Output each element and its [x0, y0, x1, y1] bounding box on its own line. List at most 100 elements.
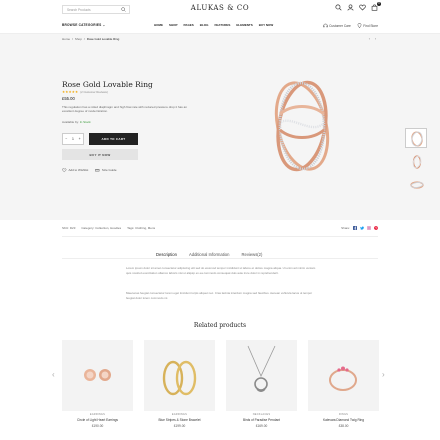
find-store-label: Find Store — [363, 23, 378, 28]
meta-divider — [62, 236, 378, 237]
wishlist-label: Add to Wishlist — [68, 168, 89, 173]
headset-icon — [323, 23, 328, 28]
breadcrumb-separator: / — [72, 37, 73, 41]
description-paragraph: Maecenas feugiat consectetur lorem eget … — [126, 291, 313, 300]
product-card-price: £38.00 — [338, 424, 349, 428]
product-card-category[interactable]: RINGS — [308, 413, 379, 416]
product-card-category[interactable]: EARRINGS — [62, 413, 133, 416]
site-header: Search Products ALUKAS & CO 0 BROWSE CAT… — [0, 0, 440, 34]
chevron-down-icon: ⌄ — [102, 23, 106, 27]
product-actions: Add to Wishlist Size Guide — [62, 168, 117, 173]
product-pager[interactable]: ‹ › — [369, 37, 378, 41]
customer-care-label: Customer Care — [329, 23, 351, 28]
buy-now-button[interactable]: BUY IT NOW — [62, 149, 138, 160]
menu-item-home[interactable]: HOME — [154, 23, 163, 27]
categories: Category: Collection, Hoodies — [81, 226, 122, 230]
pinterest-icon[interactable] — [374, 226, 378, 230]
quantity-stepper[interactable]: − 1 + — [62, 133, 84, 145]
cart-button[interactable]: 0 — [371, 2, 381, 12]
ruler-icon — [95, 169, 100, 172]
search-icon[interactable] — [335, 4, 342, 11]
tabs-divider — [62, 258, 378, 259]
qty-minus-button[interactable]: − — [65, 137, 67, 141]
menu-item-blog[interactable]: BLOG — [200, 23, 209, 27]
product-thumbnails — [405, 128, 427, 197]
find-store-link[interactable]: Find Store — [357, 23, 378, 28]
reviews-link[interactable]: (2 Customer Reviews) — [80, 90, 108, 94]
product-card-category[interactable]: NECKLACES — [226, 413, 297, 416]
product-card-image[interactable] — [62, 340, 133, 411]
tag-links[interactable]: Clothing, Mens — [135, 226, 155, 230]
rating-stars: ★★★★★ — [62, 90, 79, 94]
size-guide-label: Size Guide — [101, 168, 117, 173]
cart-count-badge: 0 — [377, 2, 381, 6]
product-thumbnail[interactable] — [405, 151, 427, 171]
header-icons: 0 — [335, 2, 381, 12]
product-card[interactable]: NECKLACES Birds of Paradise Pendant £169… — [226, 340, 297, 428]
product-main-image[interactable] — [266, 74, 338, 178]
location-pin-icon — [357, 23, 362, 28]
related-products-title: Related products — [193, 322, 247, 329]
product-card-price: £190.00 — [91, 424, 104, 428]
facebook-icon[interactable] — [353, 226, 357, 230]
product-card-name[interactable]: Circle of Light Heart Earrings — [62, 418, 133, 422]
search-input[interactable]: Search Products — [62, 5, 130, 14]
product-card[interactable]: EARRINGS Blue Stripes & Stone Bracelet £… — [144, 340, 215, 428]
related-products-carousel: EARRINGS Circle of Light Heart Earrings … — [62, 340, 379, 428]
instagram-icon[interactable] — [367, 226, 371, 230]
customer-care-link[interactable]: Customer Care — [323, 23, 351, 28]
product-title: Rose Gold Lovable Ring — [62, 80, 153, 89]
browse-categories-label: BROWSE CATEGORIES — [62, 23, 102, 27]
carousel-prev-arrow[interactable]: ‹ — [52, 370, 55, 379]
main-nav: BROWSE CATEGORIES ⌄ HOME SHOP PAGES BLOG… — [0, 20, 440, 32]
size-guide-link[interactable]: Size Guide — [95, 168, 117, 173]
menu-item-shop[interactable]: SHOP — [169, 23, 178, 27]
availability-value: In Stock — [79, 120, 91, 124]
heart-icon — [62, 168, 67, 173]
site-logo[interactable]: ALUKAS & CO — [188, 4, 252, 12]
product-card-price: £199.00 — [173, 424, 186, 428]
product-card-image[interactable] — [226, 340, 297, 411]
user-icon[interactable] — [347, 4, 354, 11]
product-price: £55.00 — [62, 96, 75, 101]
header-links: Customer Care Find Store — [323, 23, 378, 28]
heart-icon[interactable] — [359, 4, 366, 11]
product-thumbnail[interactable] — [405, 128, 427, 148]
availability-label: Available by: — [62, 120, 79, 124]
breadcrumb: Home / Shop / Rose Gold Lovable Ring — [62, 37, 119, 41]
carousel-next-arrow[interactable]: › — [382, 370, 385, 379]
product-thumbnail[interactable] — [405, 174, 427, 194]
add-to-cart-button[interactable]: ADD TO CART — [89, 133, 138, 145]
tags: Tags: Clothing, Mens — [127, 226, 156, 230]
qty-value[interactable]: 1 — [72, 137, 74, 141]
menu-item-pages[interactable]: PAGES — [184, 23, 194, 27]
menu-item-elements[interactable]: ELEMENTS — [236, 23, 252, 27]
menu-item-buy-now[interactable]: BUY NOW — [259, 23, 273, 27]
sku: SKU: D23 — [62, 226, 76, 230]
add-to-wishlist-link[interactable]: Add to Wishlist — [62, 168, 88, 173]
product-card-image[interactable] — [308, 340, 379, 411]
twitter-icon[interactable] — [360, 226, 364, 230]
product-card-name[interactable]: Birds of Paradise Pendant — [226, 418, 297, 422]
product-card[interactable]: RINGS Kalevara Diamond Twig Ring £38.00 — [308, 340, 379, 428]
product-hero: Home / Shop / Rose Gold Lovable Ring ‹ ›… — [0, 34, 440, 220]
breadcrumb-separator: / — [83, 37, 85, 41]
product-card-price: £169.00 — [255, 424, 268, 428]
breadcrumb-home[interactable]: Home — [62, 37, 70, 41]
browse-categories-button[interactable]: BROWSE CATEGORIES ⌄ — [62, 23, 105, 27]
share-label: Share: — [341, 226, 350, 230]
search-icon[interactable] — [121, 7, 126, 12]
product-card-category[interactable]: EARRINGS — [144, 413, 215, 416]
product-card-name[interactable]: Kalevara Diamond Twig Ring — [308, 418, 379, 422]
product-short-description: This regulation has a rolled diaphragm a… — [62, 105, 187, 114]
main-menu: HOME SHOP PAGES BLOG FEATURES ELEMENTS B… — [154, 23, 273, 27]
breadcrumb-shop[interactable]: Shop — [75, 37, 82, 41]
product-card-image[interactable] — [144, 340, 215, 411]
menu-item-features[interactable]: FEATURES — [214, 23, 230, 27]
description-paragraph: Lorem ipsum dolor sit amet consectetur a… — [126, 266, 316, 275]
category-links[interactable]: Collection, Hoodies — [95, 226, 121, 230]
product-card-name[interactable]: Blue Stripes & Stone Bracelet — [144, 418, 215, 422]
availability: Available by: In Stock — [62, 120, 91, 124]
product-card[interactable]: EARRINGS Circle of Light Heart Earrings … — [62, 340, 133, 428]
qty-plus-button[interactable]: + — [79, 137, 81, 141]
